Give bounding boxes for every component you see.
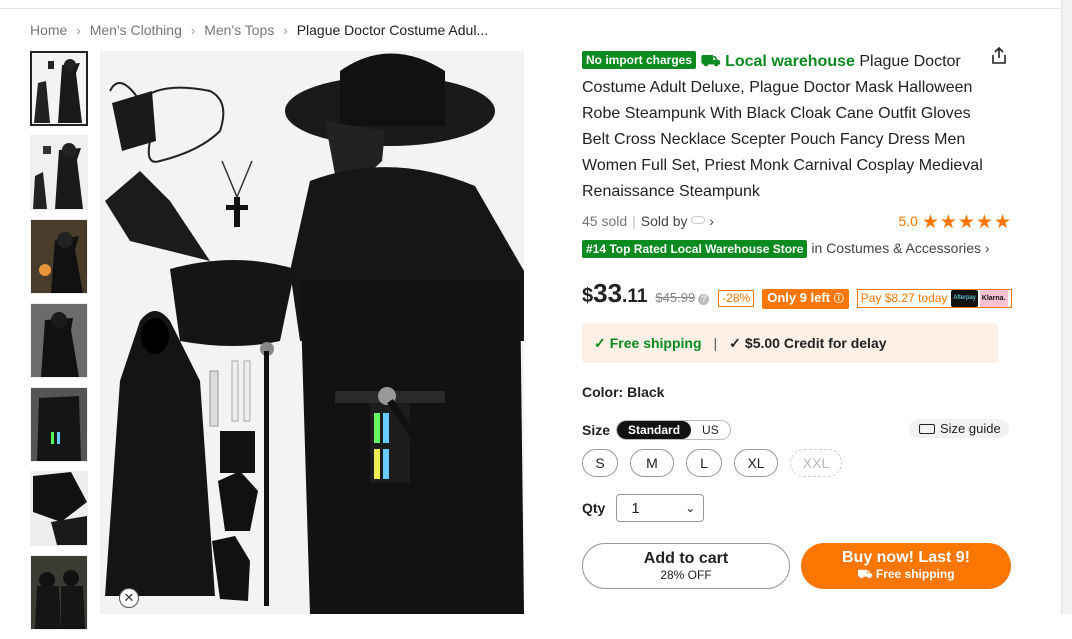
breadcrumb: Home › Men's Clothing › Men's Tops › Pla… [30, 22, 488, 38]
top-rated-category: in Costumes & Accessories [811, 240, 982, 256]
chevron-right-icon: › [190, 22, 196, 38]
divider: | [632, 213, 636, 229]
stock-badge[interactable]: Only 9 left ⓘ [762, 289, 849, 309]
thumbnail-7[interactable] [30, 555, 88, 630]
breadcrumb-current: Plague Doctor Costume Adul... [296, 22, 489, 38]
qty-value: 1 [631, 499, 640, 517]
thumbnail-5[interactable] [30, 387, 88, 462]
size-label: Size [582, 422, 611, 438]
local-warehouse-label: ⛟ Local warehouse [700, 53, 854, 70]
costume-thumbnail-image [34, 59, 82, 123]
check-icon: ✓ [729, 334, 741, 351]
free-shipping: ✓ Free shipping [594, 335, 702, 352]
tab-standard[interactable]: Standard [617, 421, 692, 439]
size-option-xxl: XXL [790, 449, 842, 477]
breadcrumb-mens-tops[interactable]: Men's Tops [204, 22, 274, 38]
quantity-select[interactable]: 1 ⌄ [616, 494, 705, 522]
info-icon: ⓘ [833, 294, 844, 305]
main-product-image[interactable] [100, 51, 524, 614]
product-info: No import charges ⛟ Local warehouse Plag… [582, 49, 1002, 205]
breadcrumb-home[interactable]: Home [30, 22, 67, 38]
size-options: S M L XL XXL [582, 449, 854, 477]
original-price: $45.99 [655, 290, 696, 305]
close-icon[interactable]: ✕ [119, 588, 139, 608]
thumbnail-1[interactable] [30, 51, 88, 126]
size-guide-button[interactable]: Size guide [909, 419, 1009, 438]
quantity-row: Qty 1 ⌄ [582, 494, 705, 522]
size-option-xl[interactable]: XL [734, 449, 778, 477]
add-to-cart-sub: 28% OFF [660, 568, 712, 582]
stock-text: Only 9 left [767, 290, 831, 305]
size-option-l[interactable]: L [686, 449, 722, 477]
sales-meta: 45 sold | Sold by › 5.0 ★★★★★ [582, 212, 1012, 233]
truck-icon: ⛟ [857, 567, 873, 581]
chevron-right-icon: › [984, 240, 990, 256]
tab-us[interactable]: US [691, 421, 730, 439]
rating-value: 5.0 [898, 213, 918, 229]
thumbnail-2[interactable] [30, 135, 88, 210]
divider: | [713, 335, 718, 351]
sold-by-label: Sold by [640, 213, 688, 229]
local-warehouse-text: Local warehouse [725, 53, 855, 70]
check-icon: ✓ [594, 334, 606, 351]
scrollbar[interactable] [1061, 0, 1072, 614]
info-icon[interactable]: ? [698, 294, 710, 305]
top-rated-row[interactable]: #14 Top Rated Local Warehouse Store in Co… [582, 240, 990, 258]
costume-thumbnail-image [31, 304, 87, 377]
chevron-right-icon: › [76, 22, 81, 38]
sold-count: 45 sold [582, 213, 628, 229]
discount-badge: -28% [718, 290, 755, 307]
color-label: Color: Black [582, 384, 665, 400]
costume-thumbnail-image [33, 143, 83, 209]
price-row: $ 33 .11 $45.99 ? -28% Only 9 left ⓘ Pay… [582, 278, 1012, 309]
buy-now-sub: ⛟ Free shipping [801, 567, 1011, 583]
pay-later-text: Pay $8.27 today [860, 291, 948, 305]
add-to-cart-label: Add to cart [643, 550, 729, 567]
shipping-banner[interactable]: ✓ Free shipping | ✓ $5.00 Credit for delay [582, 323, 998, 363]
qty-label: Qty [582, 500, 606, 516]
size-option-m[interactable]: M [630, 449, 674, 477]
size-guide-label: Size guide [940, 421, 1001, 436]
klarna-logo: Klarna. [979, 290, 1008, 307]
costume-thumbnail-image [31, 388, 87, 461]
thumbnail-4[interactable] [30, 303, 88, 378]
delay-credit-text: $5.00 Credit for delay [744, 334, 887, 351]
costume-thumbnail-image [31, 220, 87, 293]
afterpay-logo: Afterpay [951, 290, 978, 307]
top-rated-badge: #14 Top Rated Local Warehouse Store [582, 240, 808, 258]
chevron-down-icon: ⌄ [685, 501, 696, 515]
product-title-block: No import charges ⛟ Local warehouse Plag… [582, 49, 1002, 205]
thumbnail-3[interactable] [30, 219, 88, 294]
product-title: Plague Doctor Costume Adult Deluxe, Plag… [582, 53, 983, 200]
top-divider [0, 0, 1072, 9]
share-icon[interactable] [989, 46, 1009, 66]
breadcrumb-mens-clothing[interactable]: Men's Clothing [90, 22, 182, 38]
plague-doctor-costume-image [100, 51, 524, 614]
size-option-s[interactable]: S [582, 449, 618, 477]
free-shipping-text: Free shipping [609, 334, 702, 351]
truck-icon: ⛟ [700, 53, 721, 70]
costume-thumbnail-image [33, 472, 87, 545]
sold-by-link[interactable]: Sold by › [641, 213, 714, 229]
delay-credit: ✓ $5.00 Credit for delay [729, 335, 886, 352]
no-import-charges-badge: No import charges [582, 51, 697, 69]
star-icons: ★★★★★ [921, 212, 1012, 233]
price-main: 33 [593, 278, 623, 308]
ruler-icon [919, 423, 935, 434]
buy-now-sub-text: Free shipping [875, 567, 955, 581]
rating[interactable]: 5.0 ★★★★★ [898, 211, 1012, 234]
size-system-toggle: Standard US [616, 420, 731, 440]
thumbnail-strip [30, 51, 88, 639]
pay-later-badge[interactable]: Pay $8.27 today Afterpay Klarna. [856, 289, 1012, 308]
chevron-right-icon: › [283, 22, 288, 38]
price-currency: $ [582, 285, 594, 307]
buy-now-button[interactable]: Buy now! Last 9! ⛟ Free shipping [801, 543, 1011, 589]
price-cents: .11 [622, 286, 648, 307]
thumbnail-6[interactable] [30, 471, 88, 546]
store-avatar-icon [691, 216, 706, 224]
costume-thumbnail-image [31, 556, 87, 629]
add-to-cart-button[interactable]: Add to cart 28% OFF [582, 543, 790, 589]
buy-now-label: Buy now! Last 9! [841, 549, 970, 566]
